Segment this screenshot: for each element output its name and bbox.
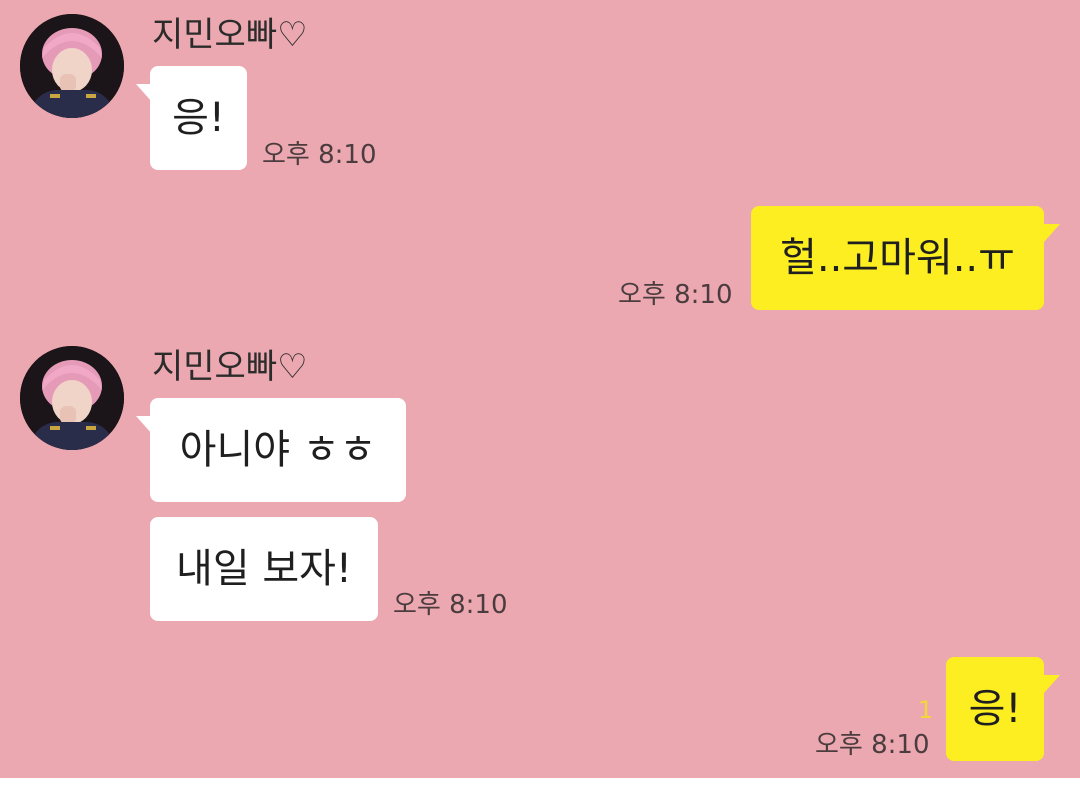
unread-count: 1	[918, 696, 934, 724]
message-timestamp: 오후 8:10	[618, 280, 733, 310]
message-timestamp: 오후 8:10	[262, 140, 377, 170]
bubble-tail	[1044, 224, 1060, 242]
message-bubble-incoming[interactable]: 응!	[150, 66, 247, 170]
sender-avatar[interactable]	[20, 346, 124, 450]
sender-avatar[interactable]	[20, 14, 124, 118]
message-bubble-outgoing[interactable]: 응!	[946, 657, 1044, 761]
avatar-photo-icon	[20, 346, 124, 450]
message-timestamp: 오후 8:10	[393, 590, 508, 620]
chat-area[interactable]: 지민오빠♡ 응! 오후 8:10 헐..고마워..ㅠ 오후 8:10 지민오빠♡…	[0, 0, 1080, 778]
message-bubble-incoming[interactable]: 내일 보자!	[150, 517, 378, 621]
message-bubble-outgoing[interactable]: 헐..고마워..ㅠ	[751, 206, 1044, 310]
bubble-tail	[1044, 675, 1060, 693]
message-bubble-incoming[interactable]: 아니야 ㅎㅎ	[150, 398, 406, 502]
sender-name: 지민오빠♡	[152, 15, 308, 55]
avatar-photo-icon	[20, 14, 124, 118]
message-timestamp: 오후 8:10	[815, 730, 930, 760]
input-bar-edge	[0, 778, 1080, 810]
sender-name: 지민오빠♡	[152, 347, 308, 387]
